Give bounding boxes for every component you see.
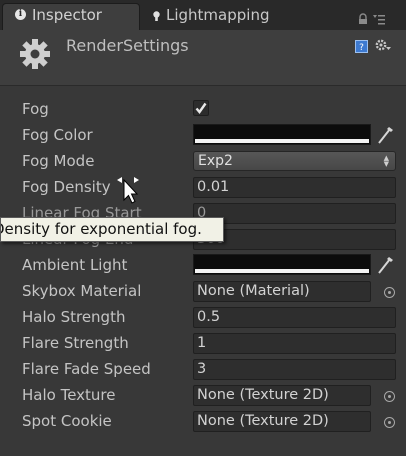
- component-header: [0, 30, 406, 86]
- halo-strength-field[interactable]: 0.5: [193, 307, 396, 328]
- fog-mode-label: Fog Mode: [22, 152, 95, 170]
- skybox-material-label: Skybox Material: [22, 282, 142, 300]
- spot-cookie-field[interactable]: None (Texture 2D): [193, 411, 371, 432]
- tab-lightmapping[interactable]: Lightmapping: [166, 6, 269, 24]
- lightbulb-icon: [153, 8, 160, 21]
- fog-label: Fog: [22, 100, 49, 118]
- object-picker-icon[interactable]: [384, 417, 395, 428]
- help-book-icon[interactable]: ?: [355, 38, 368, 57]
- flare-fade-speed-label: Flare Fade Speed: [22, 360, 151, 378]
- dropdown-arrows-icon: ▲ ▼: [383, 154, 389, 168]
- halo-texture-label: Halo Texture: [22, 386, 116, 404]
- flare-fade-speed-field[interactable]: 3: [193, 359, 396, 380]
- fog-mode-value: Exp2: [198, 153, 233, 169]
- object-picker-icon[interactable]: [384, 391, 395, 402]
- object-picker-icon[interactable]: [384, 287, 395, 298]
- checkmark-icon: [195, 102, 207, 114]
- mouse-cursor-icon: [117, 176, 143, 208]
- fog-color-field[interactable]: [193, 124, 371, 145]
- halo-texture-field[interactable]: None (Texture 2D): [193, 385, 371, 406]
- spot-cookie-label: Spot Cookie: [22, 412, 112, 430]
- tooltip: Density for exponential fog.: [0, 217, 224, 242]
- flare-strength-field[interactable]: 1: [193, 333, 396, 354]
- eyedropper-icon[interactable]: [375, 254, 395, 276]
- fog-density-label: Fog Density: [22, 178, 111, 196]
- info-icon: i: [15, 9, 26, 20]
- ambient-light-color-field[interactable]: [193, 254, 371, 275]
- gear-icon: [19, 38, 51, 74]
- flare-strength-label: Flare Strength: [22, 334, 129, 352]
- halo-strength-label: Halo Strength: [22, 308, 126, 326]
- ambient-light-label: Ambient Light: [22, 256, 128, 274]
- fog-checkbox[interactable]: [193, 100, 209, 116]
- skybox-material-field[interactable]: None (Material): [193, 281, 371, 302]
- tab-inspector-label: Inspector: [32, 6, 102, 24]
- fog-mode-dropdown[interactable]: Exp2 ▲ ▼: [193, 151, 396, 171]
- tooltip-text: Density for exponential fog.: [0, 220, 202, 238]
- lock-icon[interactable]: [357, 10, 369, 29]
- fog-color-label: Fog Color: [22, 126, 93, 144]
- component-title: RenderSettings: [66, 36, 189, 55]
- tab-menu-icon[interactable]: [373, 10, 385, 29]
- eyedropper-icon[interactable]: [375, 124, 395, 146]
- svg-text:?: ?: [359, 43, 364, 53]
- fog-density-field[interactable]: 0.01: [193, 177, 396, 198]
- settings-gear-icon[interactable]: [375, 37, 391, 56]
